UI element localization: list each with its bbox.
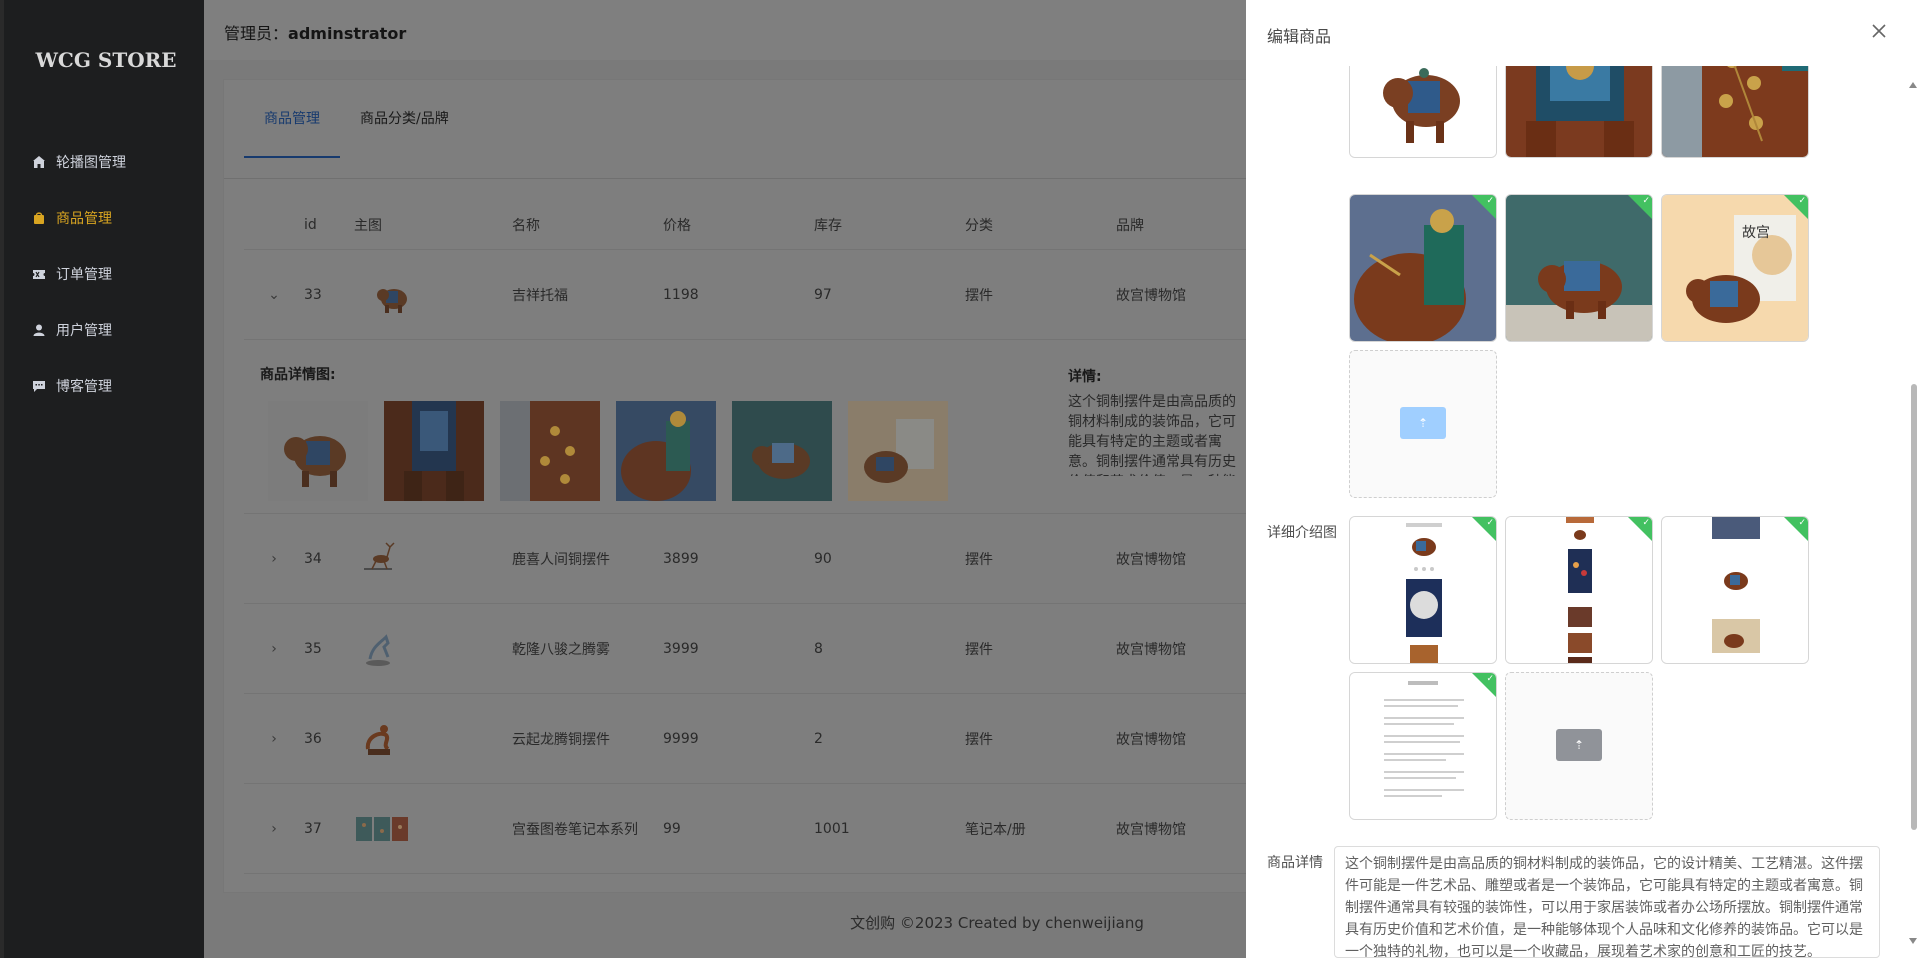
- expand-chevron-icon[interactable]: ›: [244, 551, 304, 567]
- sidebar-item-label: 商品管理: [56, 211, 112, 227]
- drawer-header: 编辑商品: [1246, 0, 1920, 66]
- check-icon: ✓: [1798, 196, 1806, 206]
- detail-image: [732, 401, 832, 501]
- sidebar-item-products[interactable]: 商品管理: [4, 190, 208, 246]
- col-image: 主图: [354, 217, 382, 234]
- sidebar-item-users[interactable]: 用户管理: [4, 302, 208, 358]
- bag-icon: [32, 211, 46, 225]
- admin-name: adminstrator: [288, 24, 407, 43]
- chat-icon: [32, 379, 46, 393]
- upload-button[interactable]: ⇡: [1400, 407, 1446, 439]
- collapse-chevron-icon[interactable]: ⌄: [244, 287, 304, 303]
- col-stock: 库存: [814, 217, 842, 234]
- footer-text: 文创购 ©2023 Created by chenweijiang: [850, 914, 1144, 932]
- drawer-body: ✓ ✓ 故宫 ✓ ⇡ 详细介绍图 ✓ ✓ ✓ ✓ ⇡ 商品详情 这个铜制摆件是由…: [1246, 66, 1906, 958]
- col-id: id: [304, 216, 317, 233]
- sidebar-nav: 轮播图管理 商品管理 订单管理 用户管理 博客管理: [4, 134, 208, 414]
- admin-prefix: 管理员：: [224, 24, 289, 43]
- detail-image: [848, 401, 948, 501]
- sidebar-item-label: 订单管理: [56, 267, 112, 283]
- close-icon[interactable]: [1870, 22, 1888, 40]
- col-price: 价格: [663, 217, 691, 234]
- product-image[interactable]: [1505, 66, 1653, 158]
- detail-images-title: 商品详情图:: [260, 367, 336, 383]
- svg-text:故宫: 故宫: [1742, 225, 1770, 241]
- sidebar-item-label: 博客管理: [56, 379, 112, 395]
- product-thumbnail: [354, 714, 402, 763]
- detail-image[interactable]: ✓: [1349, 516, 1497, 664]
- tab-products[interactable]: 商品管理: [244, 80, 340, 158]
- tab-categories-brands[interactable]: 商品分类/品牌: [340, 80, 469, 158]
- home-icon: [32, 155, 46, 169]
- product-image[interactable]: [1349, 66, 1497, 158]
- sidebar-item-label: 用户管理: [56, 323, 112, 339]
- detail-text: 这个铜制摆件是由高品质的铜材料制成的装饰品，它可能具有特定的主题或者寓意。铜制摆…: [1068, 394, 1236, 476]
- detail-image-upload-slot[interactable]: ⇡: [1505, 672, 1653, 820]
- product-desc-label: 商品详情: [1267, 855, 1323, 871]
- detail-image[interactable]: ✓: [1505, 516, 1653, 664]
- sidebar-item-blogs[interactable]: 博客管理: [4, 358, 208, 414]
- detail-image[interactable]: ✓: [1661, 516, 1809, 664]
- detail-image: [500, 401, 600, 501]
- check-icon: ✓: [1642, 518, 1650, 528]
- drawer-title: 编辑商品: [1267, 27, 1332, 46]
- detail-image: [616, 401, 716, 501]
- check-icon: ✓: [1486, 518, 1494, 528]
- store-logo: WCG STORE: [35, 48, 177, 72]
- user-icon: [32, 323, 46, 337]
- detail-image: [384, 401, 484, 501]
- upload-icon: ⇡: [1573, 738, 1585, 752]
- check-icon: ✓: [1486, 674, 1494, 684]
- product-image[interactable]: ✓: [1505, 194, 1653, 342]
- detail-text-title: 详情:: [1068, 369, 1102, 385]
- expand-chevron-icon[interactable]: ›: [244, 731, 304, 747]
- expand-chevron-icon[interactable]: ›: [244, 821, 304, 837]
- sidebar: WCG STORE 轮播图管理 商品管理 订单管理 用户管理 博客管理: [0, 0, 204, 958]
- scroll-thumb[interactable]: [1911, 384, 1917, 830]
- tab-bar: 商品管理 商品分类/品牌: [244, 80, 469, 158]
- ticket-icon: [32, 267, 46, 281]
- product-thumbnail: [368, 270, 416, 319]
- sidebar-item-orders[interactable]: 订单管理: [4, 246, 208, 302]
- detail-images: [268, 401, 948, 501]
- product-desc-textarea[interactable]: 这个铜制摆件是由高品质的铜材料制成的装饰品，它的设计精美、工艺精湛。这件摆件可能…: [1334, 846, 1880, 958]
- app-root: WCG STORE 轮播图管理 商品管理 订单管理 用户管理 博客管理 管理员：…: [0, 0, 1920, 958]
- upload-icon: ⇡: [1417, 416, 1429, 430]
- col-category: 分类: [965, 217, 993, 234]
- check-icon: ✓: [1798, 518, 1806, 528]
- product-thumbnail: [354, 624, 402, 673]
- edit-product-drawer: 编辑商品 ✓ ✓ 故宫 ✓ ⇡ 详细介绍图 ✓ ✓ ✓ ✓ ⇡ 商品详情 这个铜…: [1246, 0, 1920, 958]
- sidebar-item-label: 轮播图管理: [56, 155, 126, 171]
- scroll-up-arrow-icon[interactable]: [1909, 82, 1917, 88]
- drawer-scrollbar[interactable]: [1906, 78, 1920, 948]
- expand-chevron-icon[interactable]: ›: [244, 641, 304, 657]
- product-thumbnail: [354, 534, 402, 583]
- sidebar-item-carousel[interactable]: 轮播图管理: [4, 134, 208, 190]
- detail-image: [268, 401, 368, 501]
- detail-image[interactable]: ✓: [1349, 672, 1497, 820]
- product-image[interactable]: ✓: [1349, 194, 1497, 342]
- product-image[interactable]: [1661, 66, 1809, 158]
- image-upload-slot[interactable]: ⇡: [1349, 350, 1497, 498]
- upload-button[interactable]: ⇡: [1556, 729, 1602, 761]
- detail-images-label: 详细介绍图: [1267, 525, 1337, 541]
- admin-label: 管理员：adminstrator: [224, 20, 406, 44]
- check-icon: ✓: [1642, 196, 1650, 206]
- col-name: 名称: [512, 217, 540, 234]
- product-thumbnail: [354, 804, 410, 853]
- scroll-down-arrow-icon[interactable]: [1909, 938, 1917, 944]
- check-icon: ✓: [1486, 196, 1494, 206]
- product-image[interactable]: 故宫 ✓: [1661, 194, 1809, 342]
